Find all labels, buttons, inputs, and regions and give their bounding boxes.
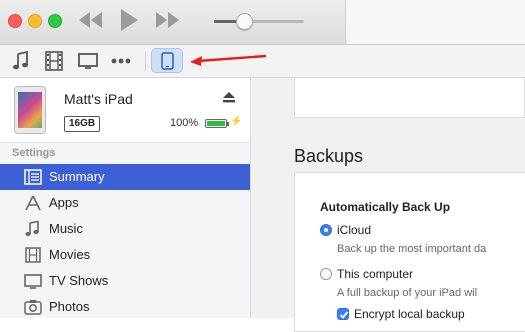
- this-computer-radio[interactable]: [320, 268, 332, 280]
- photos-icon: [24, 299, 42, 315]
- this-computer-description: A full backup of your iPad wil: [337, 287, 478, 299]
- sidebar-item-label: Music: [49, 221, 83, 236]
- summary-icon: [24, 169, 42, 185]
- tv-shows-icon: [24, 273, 42, 289]
- ipad-device-button[interactable]: [151, 48, 183, 73]
- toolbar-divider: [145, 51, 146, 71]
- capacity-badge: 16GB: [64, 116, 101, 132]
- main-content: Backups Automatically Back Up iCloud Bac…: [251, 78, 525, 332]
- encrypt-backup-checkbox[interactable]: [337, 308, 349, 320]
- zoom-window-button[interactable]: [48, 14, 62, 28]
- sidebar-item-apps[interactable]: Apps: [0, 190, 250, 216]
- battery-icon: [205, 119, 229, 128]
- apps-icon: [24, 195, 42, 211]
- minimize-window-button[interactable]: [28, 14, 42, 28]
- close-window-button[interactable]: [8, 14, 22, 28]
- sidebar-item-label: Apps: [49, 195, 79, 210]
- device-header: Matt's iPad 16GB 100% ⚡: [0, 78, 250, 143]
- battery-percent: 100%: [170, 117, 199, 129]
- ipad-thumbnail: [14, 86, 46, 134]
- volume-knob[interactable]: [235, 13, 253, 30]
- film-icon[interactable]: [44, 51, 64, 71]
- status-display: [345, 0, 525, 44]
- sidebar-item-label: Photos: [49, 299, 90, 314]
- sidebar-item-photos[interactable]: Photos: [0, 294, 250, 320]
- encrypt-backup-label[interactable]: Encrypt local backup: [354, 307, 465, 321]
- tv-icon[interactable]: [77, 51, 98, 71]
- sidebar-item-tv-shows[interactable]: TV Shows: [0, 268, 250, 294]
- play-icon[interactable]: [118, 7, 140, 33]
- auto-backup-title: Automatically Back Up: [320, 200, 451, 214]
- fast-forward-icon[interactable]: [154, 9, 180, 31]
- previous-panel: [294, 78, 525, 118]
- title-bar: [0, 0, 525, 45]
- music-note-icon[interactable]: [11, 51, 31, 71]
- backups-panel: Automatically Back Up iCloud Back up the…: [294, 172, 525, 332]
- sidebar-item-label: Movies: [49, 247, 91, 262]
- icloud-description: Back up the most important da: [337, 243, 487, 255]
- device-name[interactable]: Matt's iPad: [64, 91, 133, 107]
- backups-heading: Backups: [294, 146, 364, 166]
- eject-icon[interactable]: [223, 92, 235, 103]
- sidebar-item-music[interactable]: Music: [0, 216, 250, 242]
- volume-slider[interactable]: [214, 20, 304, 23]
- sidebar-item-label: TV Shows: [49, 273, 109, 288]
- this-computer-label[interactable]: This computer: [337, 267, 413, 281]
- sidebar-item-summary[interactable]: Summary: [0, 164, 250, 190]
- annotation-arrow: [190, 54, 267, 66]
- more-icon[interactable]: [110, 51, 131, 71]
- music-icon: [24, 221, 42, 237]
- sidebar: Matt's iPad 16GB 100% ⚡ Settings Summary…: [0, 78, 251, 318]
- sidebar-item-movies[interactable]: Movies: [0, 242, 250, 268]
- charging-icon: ⚡: [230, 116, 243, 127]
- sidebar-item-label: Summary: [49, 169, 105, 184]
- movies-icon: [24, 247, 42, 263]
- ipad-device-icon: [161, 52, 174, 70]
- icloud-radio[interactable]: [320, 224, 332, 236]
- rewind-icon[interactable]: [78, 9, 104, 31]
- icloud-label[interactable]: iCloud: [337, 223, 371, 237]
- settings-section-label: Settings: [12, 147, 56, 159]
- checkmark-icon: [339, 311, 349, 319]
